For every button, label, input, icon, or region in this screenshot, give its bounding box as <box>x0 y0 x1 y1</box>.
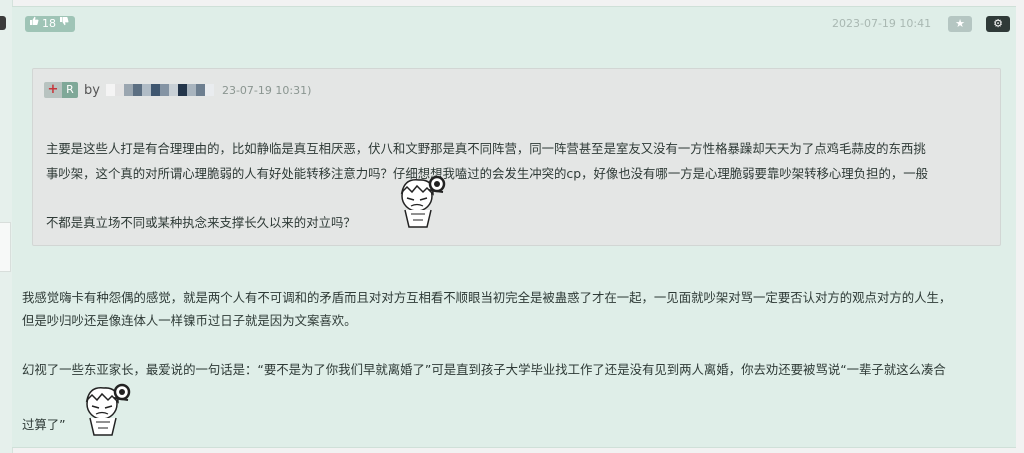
body-para2-line-2: 过算了” <box>22 417 66 432</box>
mosaic-cell <box>150 84 160 96</box>
quote-date: 23-07-19 10:31) <box>221 83 312 97</box>
mosaic-cell <box>204 84 214 96</box>
mosaic-cell <box>186 84 196 96</box>
forum-post: 18 2023-07-19 10:41 ★ ⚙ + R by 23-07-19 … <box>12 6 1016 448</box>
vote-count: 18 <box>42 17 56 30</box>
quote-header: + R by 23-07-19 10:31) <box>44 82 311 98</box>
body-para1-line-1: 我感觉嗨卡有种怨偶的感觉，就是两个人有不可调和的矛盾而且对对方互相看不顺眼当初完… <box>22 290 952 305</box>
chibi-sticker-image-2 <box>85 383 131 436</box>
star-icon: ★ <box>955 17 965 30</box>
thumb-down-icon[interactable] <box>59 16 69 32</box>
sidebar-tab-marker[interactable] <box>0 16 6 30</box>
mosaic-cell <box>177 84 187 96</box>
favorite-button[interactable]: ★ <box>948 16 972 32</box>
mosaic-cell <box>132 84 142 96</box>
body-para2-line-1: 幻视了一些东亚家长，最爱说的一句话是：“要不是为了你我们早就离婚了”可是直到孩子… <box>22 362 946 377</box>
quote-line-3: 不都是真立场不同或某种执念来支撑长久以来的对立吗？ <box>46 215 356 230</box>
mosaic-cell <box>123 84 133 96</box>
post-header: 18 2023-07-19 10:41 ★ ⚙ <box>12 7 1016 41</box>
mosaic-cell <box>168 84 178 96</box>
thumb-up-icon[interactable] <box>29 16 39 32</box>
post-timestamp: 2023-07-19 10:41 <box>832 17 932 30</box>
quote-by-label: by <box>84 82 100 98</box>
mosaic-cell <box>195 84 205 96</box>
gear-icon: ⚙ <box>993 17 1003 30</box>
sidebar-panel-edge <box>0 222 11 272</box>
quote-line-2: 事吵架，这个真的对所谓心理脆弱的人有好处能转移注意力吗？仔细想想我嗑过的会发生冲… <box>46 166 929 181</box>
expand-quote-button[interactable]: + <box>44 82 62 98</box>
mosaic-cell <box>105 84 115 96</box>
quoted-reply: + R by 23-07-19 10:31) 主要是这些人打是有合理理由的，比如… <box>32 68 1001 246</box>
vote-badge[interactable]: 18 <box>25 16 75 32</box>
reply-ref-button[interactable]: R <box>62 82 78 98</box>
mosaic-cell <box>114 84 124 96</box>
mosaic-cell <box>159 84 169 96</box>
quote-line-1: 主要是这些人打是有合理理由的，比如静临是真互相厌恶，伏八和文野那是真不同阵营，同… <box>46 141 926 156</box>
mosaic-cell <box>141 84 151 96</box>
body-para1-line-2: 但是吵归吵还是像连体人一样镍币过日子就是因为文案喜欢。 <box>22 313 357 328</box>
censored-username <box>105 84 214 96</box>
settings-button[interactable]: ⚙ <box>986 16 1010 32</box>
chibi-sticker-image <box>400 175 446 228</box>
